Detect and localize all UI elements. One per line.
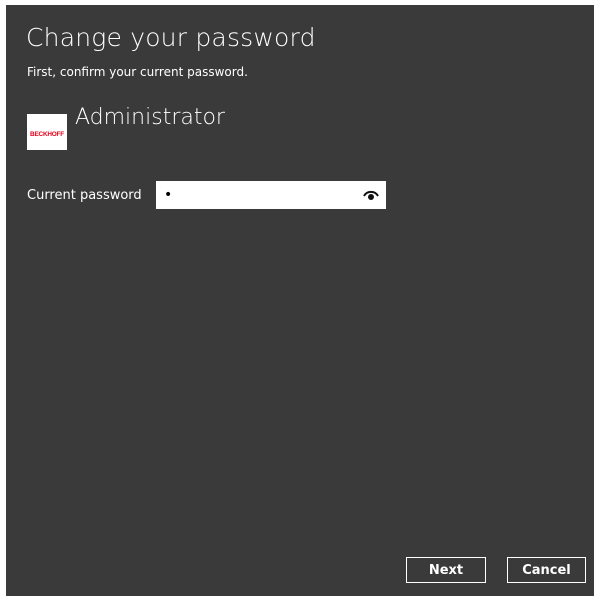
next-button[interactable]: Next [406,557,486,583]
eye-icon [363,190,379,200]
logo-text: BECKHOFF [30,131,64,138]
cancel-button[interactable]: Cancel [507,557,586,583]
reveal-password-button[interactable] [362,187,380,203]
dialog-title: Change your password [26,23,316,52]
change-password-dialog: Change your password First, confirm your… [6,5,594,596]
current-password-label: Current password [27,188,142,203]
current-password-field[interactable] [156,181,386,209]
user-name: Administrator [75,105,225,130]
current-password-input[interactable] [156,181,356,209]
user-avatar: BECKHOFF [27,114,67,150]
beckhoff-logo-icon: BECKHOFF [30,131,64,138]
dialog-subtitle: First, confirm your current password. [27,65,248,79]
